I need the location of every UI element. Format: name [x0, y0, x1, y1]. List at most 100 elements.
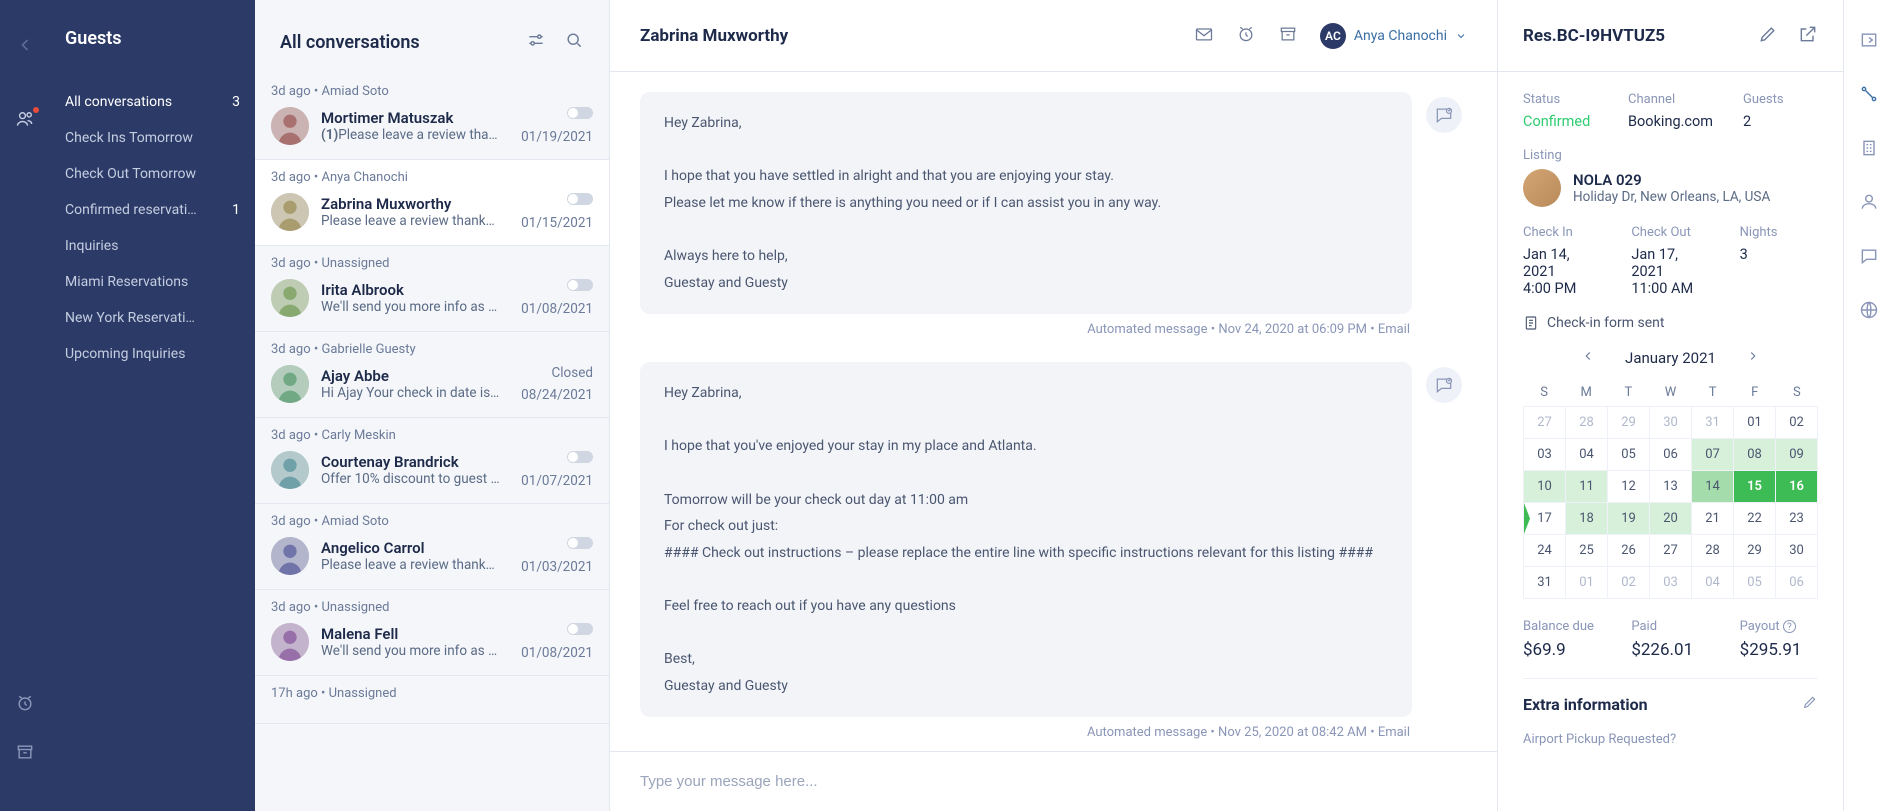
conversation-thread: Zabrina Muxworthy AC Anya Chanochi Hey Z… [610, 0, 1498, 811]
sidebar-item[interactable]: Inquiries [50, 228, 255, 264]
calendar-day[interactable]: 08 [1734, 439, 1776, 471]
calendar-day[interactable]: 24 [1524, 535, 1566, 567]
conversation-item[interactable]: 3d ago • Amiad Soto Angelico Carrol Plea… [255, 504, 609, 590]
conversation-toggle[interactable] [567, 451, 593, 463]
message-meta: Automated message • Nov 25, 2020 at 08:4… [640, 725, 1412, 740]
calendar-day[interactable]: 07 [1692, 439, 1734, 471]
message-composer[interactable] [610, 751, 1497, 811]
calendar-day[interactable]: 17 [1524, 503, 1566, 535]
sidebar-item[interactable]: New York Reservati… [50, 300, 255, 336]
snooze-icon[interactable] [1236, 24, 1256, 48]
sidebar-item[interactable]: Check Ins Tomorrow [50, 120, 255, 156]
calendar-day[interactable]: 26 [1608, 535, 1650, 567]
calendar-day[interactable]: 28 [1692, 535, 1734, 567]
edit-extra-icon[interactable] [1802, 694, 1818, 714]
sidebar-item[interactable]: Upcoming Inquiries [50, 336, 255, 372]
search-icon[interactable] [564, 30, 584, 54]
calendar-next-icon[interactable] [1746, 349, 1760, 367]
conversation-toggle[interactable] [567, 623, 593, 635]
conversation-toggle[interactable] [567, 279, 593, 291]
chat-icon[interactable] [1859, 246, 1879, 270]
conversation-item[interactable]: 3d ago • Amiad Soto Mortimer Matuszak (1… [255, 74, 609, 160]
link-icon[interactable] [1859, 84, 1879, 108]
calendar-day[interactable]: 20 [1650, 503, 1692, 535]
calendar-day[interactable]: 06 [1650, 439, 1692, 471]
conversation-toggle[interactable] [567, 537, 593, 549]
filter-icon[interactable] [526, 30, 546, 54]
calendar-day[interactable]: 10 [1524, 471, 1566, 503]
conversation-item[interactable]: 17h ago • Unassigned [255, 676, 609, 724]
calendar-day[interactable]: 21 [1692, 503, 1734, 535]
user-icon[interactable] [1859, 192, 1879, 216]
calendar-day[interactable]: 02 [1776, 407, 1818, 439]
conversation-item[interactable]: 3d ago • Unassigned Irita Albrook We'll … [255, 246, 609, 332]
edit-icon[interactable] [1758, 24, 1778, 48]
listing-row[interactable]: NOLA 029 Holiday Dr, New Orleans, LA, US… [1523, 169, 1818, 207]
conversation-toggle[interactable] [567, 107, 593, 119]
alarm-icon[interactable] [15, 693, 35, 717]
sidebar-item[interactable]: Check Out Tomorrow [50, 156, 255, 192]
conversation-name: Mortimer Matuszak [321, 109, 509, 127]
calendar-day[interactable]: 09 [1776, 439, 1818, 471]
calendar-day[interactable]: 29 [1608, 407, 1650, 439]
archive-icon[interactable] [15, 742, 35, 766]
help-icon[interactable]: ? [1783, 620, 1796, 633]
external-link-icon[interactable] [1798, 24, 1818, 48]
conversation-name: Irita Albrook [321, 281, 509, 299]
building-icon[interactable] [1859, 138, 1879, 162]
calendar-day[interactable]: 04 [1692, 567, 1734, 599]
conversation-name: Angelico Carrol [321, 539, 509, 557]
sidebar-item[interactable]: All conversations3 [50, 84, 255, 120]
calendar-day[interactable]: 27 [1524, 407, 1566, 439]
calendar-day[interactable]: 05 [1608, 439, 1650, 471]
calendar-day[interactable]: 03 [1650, 567, 1692, 599]
calendar-day[interactable]: 23 [1776, 503, 1818, 535]
calendar-day[interactable]: 15 [1734, 471, 1776, 503]
calendar-day[interactable]: 11 [1566, 471, 1608, 503]
conversation-item[interactable]: 3d ago • Gabrielle Guesty Ajay Abbe Hi A… [255, 332, 609, 418]
sidebar-item[interactable]: Miami Reservations [50, 264, 255, 300]
calendar-day[interactable]: 05 [1734, 567, 1776, 599]
calendar-day[interactable]: 01 [1734, 407, 1776, 439]
guests-icon[interactable] [15, 109, 35, 133]
calendar-day[interactable]: 19 [1608, 503, 1650, 535]
assignee-selector[interactable]: AC Anya Chanochi [1320, 23, 1467, 49]
calendar-day[interactable]: 12 [1608, 471, 1650, 503]
calendar-day[interactable]: 22 [1734, 503, 1776, 535]
conversation-meta: 3d ago • Anya Chanochi [271, 170, 593, 185]
archive-conversation-icon[interactable] [1278, 24, 1298, 48]
calendar-prev-icon[interactable] [1581, 349, 1595, 367]
back-icon[interactable] [15, 35, 35, 59]
calendar-day[interactable]: 03 [1524, 439, 1566, 471]
calendar-day[interactable]: 16 [1776, 471, 1818, 503]
message-input[interactable] [640, 773, 1467, 790]
calendar-day[interactable]: 31 [1692, 407, 1734, 439]
conversation-item[interactable]: 3d ago • Anya Chanochi Zabrina Muxworthy… [255, 160, 609, 246]
conversation-item[interactable]: 3d ago • Carly Meskin Courtenay Brandric… [255, 418, 609, 504]
sidebar-item[interactable]: Confirmed reservati…1 [50, 192, 255, 228]
conversation-preview: Please leave a review thanks!!! [321, 213, 501, 229]
conversation-toggle[interactable] [567, 193, 593, 205]
calendar-day[interactable]: 29 [1734, 535, 1776, 567]
calendar-day[interactable]: 27 [1650, 535, 1692, 567]
calendar-day[interactable]: 14 [1692, 471, 1734, 503]
nights-label: Nights [1740, 225, 1818, 240]
calendar-day[interactable]: 30 [1776, 535, 1818, 567]
calendar-day[interactable]: 04 [1566, 439, 1608, 471]
calendar-day[interactable]: 18 [1566, 503, 1608, 535]
envelope-icon[interactable] [1194, 24, 1214, 48]
calendar-day[interactable]: 25 [1566, 535, 1608, 567]
calendar-day[interactable]: 30 [1650, 407, 1692, 439]
calendar-day[interactable]: 13 [1650, 471, 1692, 503]
conversation-name: Ajay Abbe [321, 367, 509, 385]
globe-icon[interactable] [1859, 300, 1879, 324]
calendar-day[interactable]: 31 [1524, 567, 1566, 599]
calendar-day[interactable]: 28 [1566, 407, 1608, 439]
expand-icon[interactable] [1859, 30, 1879, 54]
calendar-day[interactable]: 01 [1566, 567, 1608, 599]
calendar-day[interactable]: 06 [1776, 567, 1818, 599]
conversation-item[interactable]: 3d ago • Unassigned Malena Fell We'll se… [255, 590, 609, 676]
checkin-time: 4:00 PM [1523, 280, 1601, 297]
automated-message-icon [1426, 367, 1462, 403]
calendar-day[interactable]: 02 [1608, 567, 1650, 599]
